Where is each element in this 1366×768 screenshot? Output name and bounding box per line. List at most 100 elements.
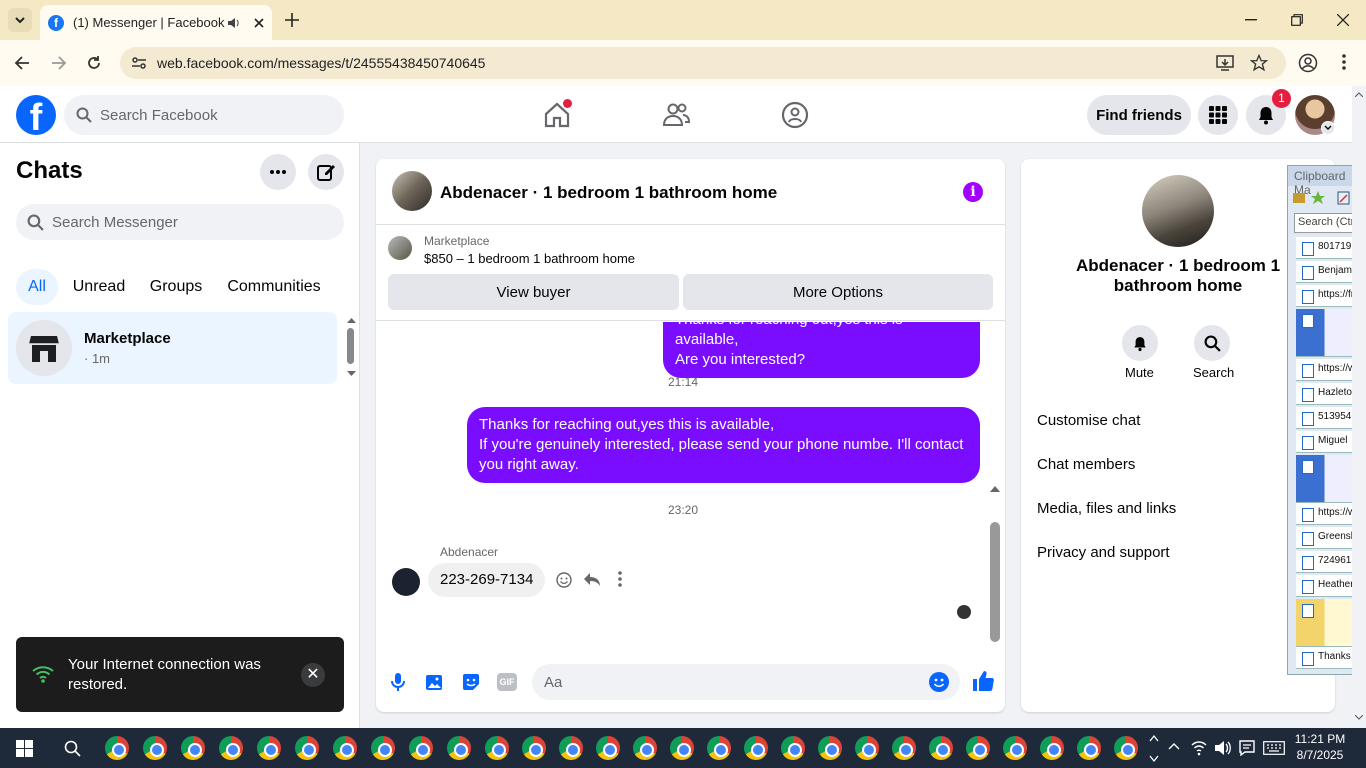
incoming-message[interactable]: 223-269-7134 — [428, 563, 546, 597]
thread-scrollbar[interactable] — [990, 522, 1000, 642]
listing-title[interactable]: $850 – 1 bedroom 1 bathroom home — [424, 251, 635, 266]
sidebar-scrollbar[interactable] — [347, 328, 354, 364]
filter-communities-tab[interactable]: Communities — [220, 269, 328, 305]
taskbar-search-icon[interactable] — [64, 740, 81, 757]
chrome-taskbar-icon[interactable] — [1040, 736, 1064, 760]
facebook-search-input[interactable]: Search Facebook — [64, 95, 344, 135]
more-options-button[interactable]: More Options — [683, 274, 993, 310]
install-app-icon[interactable] — [1216, 54, 1234, 72]
scroll-up-arrow-icon[interactable] — [990, 485, 1000, 492]
conversation-title[interactable]: Abdenacer · 1 bedroom 1 bathroom home — [440, 183, 777, 203]
chat-members-item[interactable]: Chat members — [1037, 456, 1135, 473]
filter-groups-tab[interactable]: Groups — [142, 269, 210, 305]
reload-icon[interactable] — [86, 55, 102, 71]
groups-nav-icon[interactable] — [780, 100, 810, 130]
chrome-taskbar-icon[interactable] — [219, 736, 243, 760]
outgoing-message[interactable]: Thanks for reaching out,yes this is avai… — [467, 407, 980, 483]
speaker-icon[interactable] — [226, 16, 240, 30]
facebook-logo-icon[interactable]: f — [16, 95, 56, 135]
chrome-taskbar-icon[interactable] — [707, 736, 731, 760]
chrome-taskbar-icon[interactable] — [1003, 736, 1027, 760]
conversation-avatar[interactable] — [392, 171, 432, 211]
chrome-taskbar-icon[interactable] — [522, 736, 546, 760]
tray-chevron-up-icon[interactable] — [1168, 742, 1180, 750]
message-more-icon[interactable] — [618, 571, 622, 587]
menu-grid-button[interactable] — [1198, 95, 1238, 135]
page-scrollbar[interactable] — [1352, 86, 1366, 728]
outgoing-message[interactable]: Thanks for reaching out,yes this is avai… — [663, 322, 980, 378]
new-tab-icon[interactable] — [285, 13, 299, 27]
reply-icon[interactable] — [583, 572, 601, 588]
profile-icon[interactable] — [1298, 53, 1318, 73]
react-emoji-icon[interactable] — [556, 572, 572, 588]
thumbs-up-icon[interactable] — [972, 670, 994, 692]
chrome-taskbar-icon[interactable] — [1077, 736, 1101, 760]
chrome-taskbar-icon[interactable] — [371, 736, 395, 760]
chrome-taskbar-icon[interactable] — [670, 736, 694, 760]
chrome-taskbar-icon[interactable] — [929, 736, 953, 760]
window-close-icon[interactable] — [1337, 14, 1349, 26]
sticker-icon[interactable] — [461, 672, 481, 692]
chrome-taskbar-icon[interactable] — [447, 736, 471, 760]
chrome-taskbar-icon[interactable] — [105, 736, 129, 760]
tab-search-button[interactable] — [8, 8, 32, 32]
chrome-taskbar-icon[interactable] — [1114, 736, 1138, 760]
chrome-taskbar-icon[interactable] — [257, 736, 281, 760]
back-icon[interactable] — [14, 55, 30, 71]
chrome-taskbar-icon[interactable] — [781, 736, 805, 760]
chrome-taskbar-icon[interactable] — [633, 736, 657, 760]
find-friends-button[interactable]: Find friends — [1087, 95, 1191, 135]
messenger-search-input[interactable]: Search Messenger — [16, 204, 344, 240]
toast-close-button[interactable]: ✕ — [301, 663, 325, 687]
scroll-up-arrow-icon[interactable] — [347, 317, 356, 323]
browser-menu-icon[interactable] — [1342, 54, 1346, 70]
taskbar-scroll-icon[interactable] — [1148, 731, 1160, 765]
chrome-taskbar-icon[interactable] — [855, 736, 879, 760]
windows-start-icon[interactable] — [16, 740, 33, 757]
browser-tab[interactable]: f (1) Messenger | Facebook — [40, 5, 272, 40]
scroll-down-arrow-icon[interactable] — [1355, 715, 1363, 720]
view-buyer-button[interactable]: View buyer — [388, 274, 679, 310]
mute-button[interactable] — [1122, 325, 1158, 361]
chrome-taskbar-icon[interactable] — [966, 736, 990, 760]
media-files-links-item[interactable]: Media, files and links — [1037, 500, 1176, 517]
bookmark-star-icon[interactable] — [1250, 54, 1268, 72]
search-conversation-button[interactable] — [1194, 325, 1230, 361]
new-message-button[interactable] — [308, 154, 344, 190]
filter-unread-tab[interactable]: Unread — [66, 269, 132, 305]
system-clock[interactable]: 11:21 PM 8/7/2025 — [1290, 731, 1350, 763]
volume-icon[interactable] — [1214, 740, 1232, 756]
info-icon[interactable]: i — [963, 182, 983, 202]
address-bar[interactable]: web.facebook.com/messages/t/245554384507… — [120, 47, 1286, 79]
chrome-taskbar-icon[interactable] — [333, 736, 357, 760]
chrome-taskbar-icon[interactable] — [143, 736, 167, 760]
tab-close-icon[interactable] — [254, 17, 264, 28]
chrome-taskbar-icon[interactable] — [409, 736, 433, 760]
sender-avatar[interactable] — [392, 568, 420, 596]
chrome-taskbar-icon[interactable] — [295, 736, 319, 760]
filter-all-tab[interactable]: All — [16, 269, 58, 305]
site-info-icon[interactable] — [131, 55, 147, 71]
notification-center-icon[interactable] — [1239, 740, 1255, 756]
photo-icon[interactable] — [425, 672, 445, 692]
privacy-support-item[interactable]: Privacy and support — [1037, 544, 1170, 561]
forward-icon[interactable] — [51, 55, 67, 71]
chrome-taskbar-icon[interactable] — [485, 736, 509, 760]
restore-icon[interactable] — [1291, 14, 1303, 26]
scroll-down-arrow-icon[interactable] — [347, 371, 356, 377]
chrome-taskbar-icon[interactable] — [181, 736, 205, 760]
chrome-taskbar-icon[interactable] — [559, 736, 583, 760]
keyboard-icon[interactable] — [1263, 741, 1285, 755]
chrome-taskbar-icon[interactable] — [596, 736, 620, 760]
customise-chat-item[interactable]: Customise chat — [1037, 412, 1140, 429]
message-input[interactable]: Aa — [532, 664, 960, 700]
scroll-up-arrow-icon[interactable] — [1355, 92, 1363, 97]
chrome-taskbar-icon[interactable] — [892, 736, 916, 760]
chrome-taskbar-icon[interactable] — [744, 736, 768, 760]
chrome-taskbar-icon[interactable] — [818, 736, 842, 760]
microphone-icon[interactable] — [391, 672, 405, 692]
minimize-icon[interactable] — [1245, 19, 1257, 21]
gif-button[interactable]: GIF — [497, 673, 517, 691]
emoji-icon[interactable] — [929, 672, 949, 692]
network-icon[interactable] — [1191, 740, 1207, 756]
